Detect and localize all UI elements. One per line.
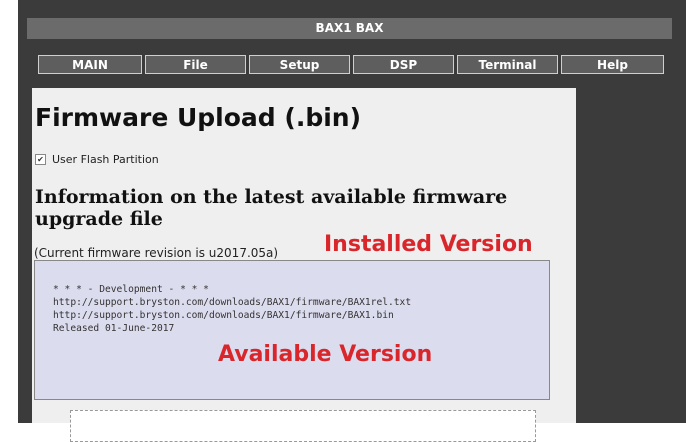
current-revision-text: (Current firmware revision is u2017.05a) (34, 246, 279, 260)
firmware-info-box: * * * - Development - * * * http://suppo… (34, 260, 550, 400)
installed-version-annotation: Installed Version (324, 232, 533, 257)
info-line-release-date: Released 01-June-2017 (53, 323, 175, 334)
nav-terminal-button[interactable]: Terminal (457, 55, 558, 74)
upload-drop-area[interactable] (70, 410, 536, 442)
nav-setup-button[interactable]: Setup (249, 55, 350, 74)
info-line-development: * * * - Development - * * * (53, 284, 209, 295)
device-title-bar: BAX1 BAX (27, 18, 672, 39)
page-title: Firmware Upload (.bin) (35, 103, 362, 132)
nav-file-button[interactable]: File (145, 55, 246, 74)
user-flash-partition-label: User Flash Partition (52, 153, 159, 166)
user-flash-partition-checkbox[interactable]: ✔ (35, 154, 46, 165)
info-line-firmware-url: http://support.bryston.com/downloads/BAX… (53, 310, 394, 321)
available-version-annotation: Available Version (218, 342, 433, 367)
nav-main-button[interactable]: MAIN (38, 55, 142, 74)
nav-dsp-button[interactable]: DSP (353, 55, 454, 74)
user-flash-partition-row[interactable]: ✔ User Flash Partition (35, 153, 159, 166)
device-title: BAX1 BAX (315, 21, 384, 35)
info-line-release-notes-url: http://support.bryston.com/downloads/BAX… (53, 297, 412, 308)
nav-help-button[interactable]: Help (561, 55, 664, 74)
firmware-info-heading: Information on the latest available firm… (35, 186, 508, 230)
content-panel: Firmware Upload (.bin) ✔ User Flash Part… (32, 88, 576, 442)
main-nav: MAIN File Setup DSP Terminal Help (38, 55, 664, 76)
